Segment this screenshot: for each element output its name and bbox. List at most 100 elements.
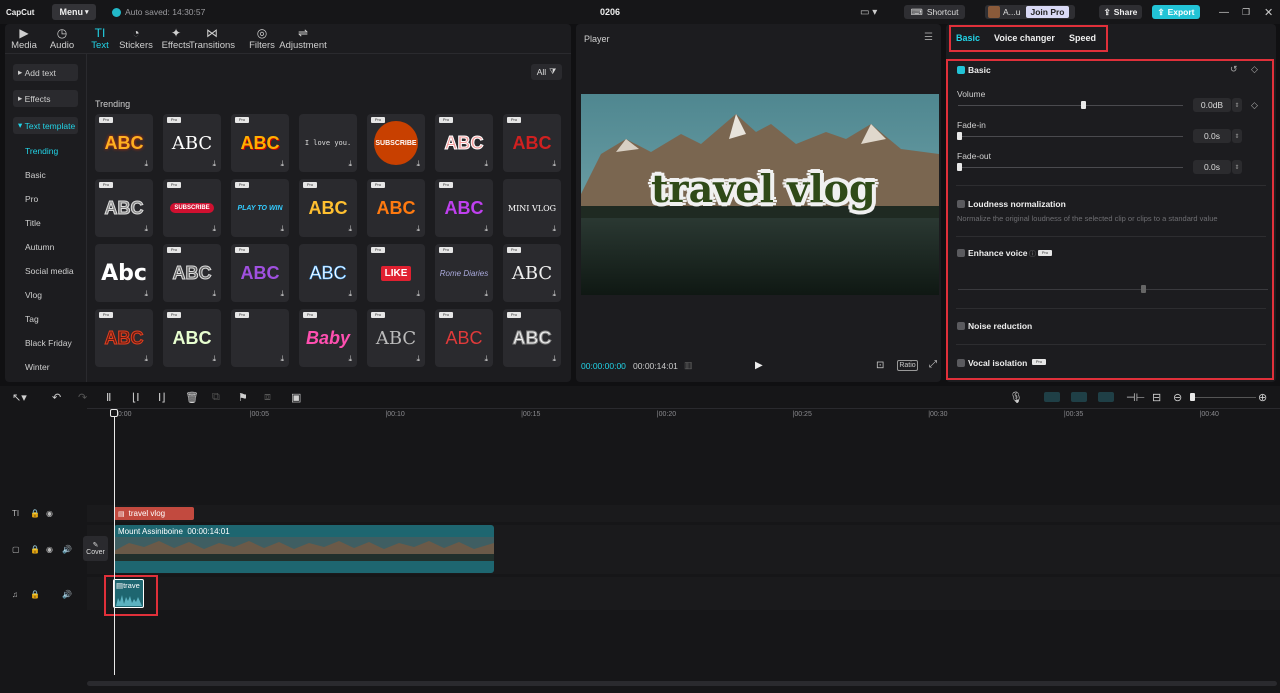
filter-dropdown[interactable]: All ⧩ [531,64,562,80]
grid-icon[interactable]: ▥ [684,360,693,371]
tab-adjustment[interactable]: ⇌ Adjustment [278,25,328,51]
screenshot-icon[interactable]: ⊡ [876,360,884,371]
freeze-icon[interactable]: ⧉ [212,391,220,404]
template-tile[interactable]: Pro ABC ⤓ [299,179,357,237]
project-name[interactable]: 0206 [600,0,620,24]
user-account[interactable]: A...u Join Pro [985,5,1075,19]
lock-icon[interactable]: 🔒 [30,590,40,599]
fade-in-slider[interactable] [958,136,1183,137]
fade-in-value[interactable]: 0.0s [1193,129,1231,143]
menu-button[interactable]: Menu ▾ [52,4,96,20]
cover-button[interactable]: ✎ Cover [83,536,108,561]
zoom-in-icon[interactable]: ⊕ [1258,391,1267,404]
zoom-slider[interactable] [1190,397,1256,398]
close-icon[interactable]: ✕ [1264,0,1273,24]
undo-icon[interactable]: ↶ [52,391,61,404]
player-menu-icon[interactable]: ☰ [924,32,933,43]
download-icon[interactable]: ⤓ [552,159,556,169]
template-tile[interactable]: Pro ABC ⤓ [435,114,493,172]
category-autumn[interactable]: Autumn [25,242,54,252]
template-tile[interactable]: Pro ABC ⤓ [231,114,289,172]
template-tile[interactable]: Pro ABC ⤓ [435,309,493,367]
download-icon[interactable]: ⤓ [484,159,488,169]
tab-text[interactable]: TI Text [80,25,120,51]
template-tile[interactable]: Pro PLAY TO WIN ⤓ [231,179,289,237]
auto-snap-icon[interactable] [1071,392,1087,402]
layout-icon[interactable]: ▭ ▾ [860,0,877,24]
download-icon[interactable]: ⤓ [144,354,148,364]
vocal-isolation-checkbox[interactable] [957,359,965,367]
template-tile[interactable]: Abc ⤓ [95,244,153,302]
crop-icon[interactable]: ⧈ [264,391,271,404]
timeline-scrollbar[interactable] [87,681,1277,686]
template-tile[interactable]: Pro ABC ⤓ [435,179,493,237]
volume-stepper[interactable]: ⇕ [1232,98,1242,112]
template-tile[interactable]: Pro ABC ⤓ [367,309,425,367]
template-tile[interactable]: Pro ABC ⤓ [163,309,221,367]
download-icon[interactable]: ⤓ [348,159,352,169]
video-text-overlay[interactable]: travel vlog [651,166,876,211]
fade-in-knob[interactable] [957,132,962,140]
category-trending[interactable]: Trending [25,146,58,156]
category-black-friday[interactable]: Black Friday [25,338,72,348]
tab-media[interactable]: ▶ Media [4,25,44,51]
delete-icon[interactable]: 🗑 [185,391,199,404]
playhead[interactable] [114,410,115,675]
speaker-icon[interactable]: 🔊 [62,545,72,554]
download-icon[interactable]: ⤓ [552,224,556,234]
template-tile[interactable]: Pro ABC ⤓ [503,114,561,172]
add-text-button[interactable]: ▸ Add text [13,64,78,81]
template-tile[interactable]: Pro SUBSCRIBE ⤓ [367,114,425,172]
download-icon[interactable]: ⤓ [484,289,488,299]
auto-reframe-icon[interactable]: ▣ [291,391,301,404]
lock-icon[interactable]: 🔒 [30,509,40,518]
template-tile[interactable]: MINI VLOG ⤓ [503,179,561,237]
lock-icon[interactable]: 🔒 [30,545,40,554]
template-tile[interactable]: I love you. ⤓ [299,114,357,172]
tab-transitions[interactable]: ⋈ Transitions [189,25,235,51]
category-title[interactable]: Title [25,218,41,228]
download-icon[interactable]: ⤓ [212,289,216,299]
download-icon[interactable]: ⤓ [552,289,556,299]
info-icon[interactable]: ⓘ [1029,249,1036,259]
text-clip[interactable]: ▤ travel vlog [114,507,194,520]
download-icon[interactable]: ⤓ [212,354,216,364]
template-tile[interactable]: Pro Baby ⤓ [299,309,357,367]
download-icon[interactable]: ⤓ [212,224,216,234]
download-icon[interactable]: ⤓ [144,289,148,299]
template-tile[interactable]: Pro ABC ⤓ [163,114,221,172]
magnet-icon[interactable] [1044,392,1060,402]
fade-out-stepper[interactable]: ⇕ [1232,160,1242,174]
effects-button[interactable]: ▸ Effects [13,90,78,107]
download-icon[interactable]: ⤓ [280,354,284,364]
eye-icon[interactable]: ◉ [46,509,53,518]
enhance-voice-checkbox[interactable] [957,249,965,257]
download-icon[interactable]: ⤓ [348,224,352,234]
linkage-icon[interactable] [1098,392,1114,402]
split-right-icon[interactable]: Ⅰ⌋ [158,391,166,404]
category-basic[interactable]: Basic [25,170,46,180]
minimize-icon[interactable]: — [1219,0,1229,24]
volume-value[interactable]: 0.0dB [1193,98,1231,112]
template-tile[interactable]: Pro ABC ⤓ [163,244,221,302]
download-icon[interactable]: ⤓ [484,354,488,364]
tab-stickers[interactable]: ◔ Stickers [116,25,156,51]
zoom-knob[interactable] [1190,393,1195,401]
fullscreen-icon[interactable]: ⤢ [929,359,937,370]
basic-checkbox[interactable] [957,66,965,74]
redo-icon[interactable]: ↷ [78,391,87,404]
download-icon[interactable]: ⤓ [552,354,556,364]
tab-audio[interactable]: ◷ Audio [42,25,82,51]
download-icon[interactable]: ⤓ [416,354,420,364]
download-icon[interactable]: ⤓ [144,224,148,234]
download-icon[interactable]: ⤓ [144,159,148,169]
reset-icon[interactable]: ↺ [1230,64,1238,75]
fade-out-value[interactable]: 0.0s [1193,160,1231,174]
microphone-icon[interactable]: 🎙 [1009,391,1023,404]
template-tile[interactable]: Pro ABC ⤓ [231,244,289,302]
marker-icon[interactable]: ⚑ [238,391,248,404]
download-icon[interactable]: ⤓ [212,159,216,169]
volume-slider[interactable] [958,105,1183,106]
caption-icon[interactable]: ⊟ [1152,391,1161,404]
download-icon[interactable]: ⤓ [416,224,420,234]
